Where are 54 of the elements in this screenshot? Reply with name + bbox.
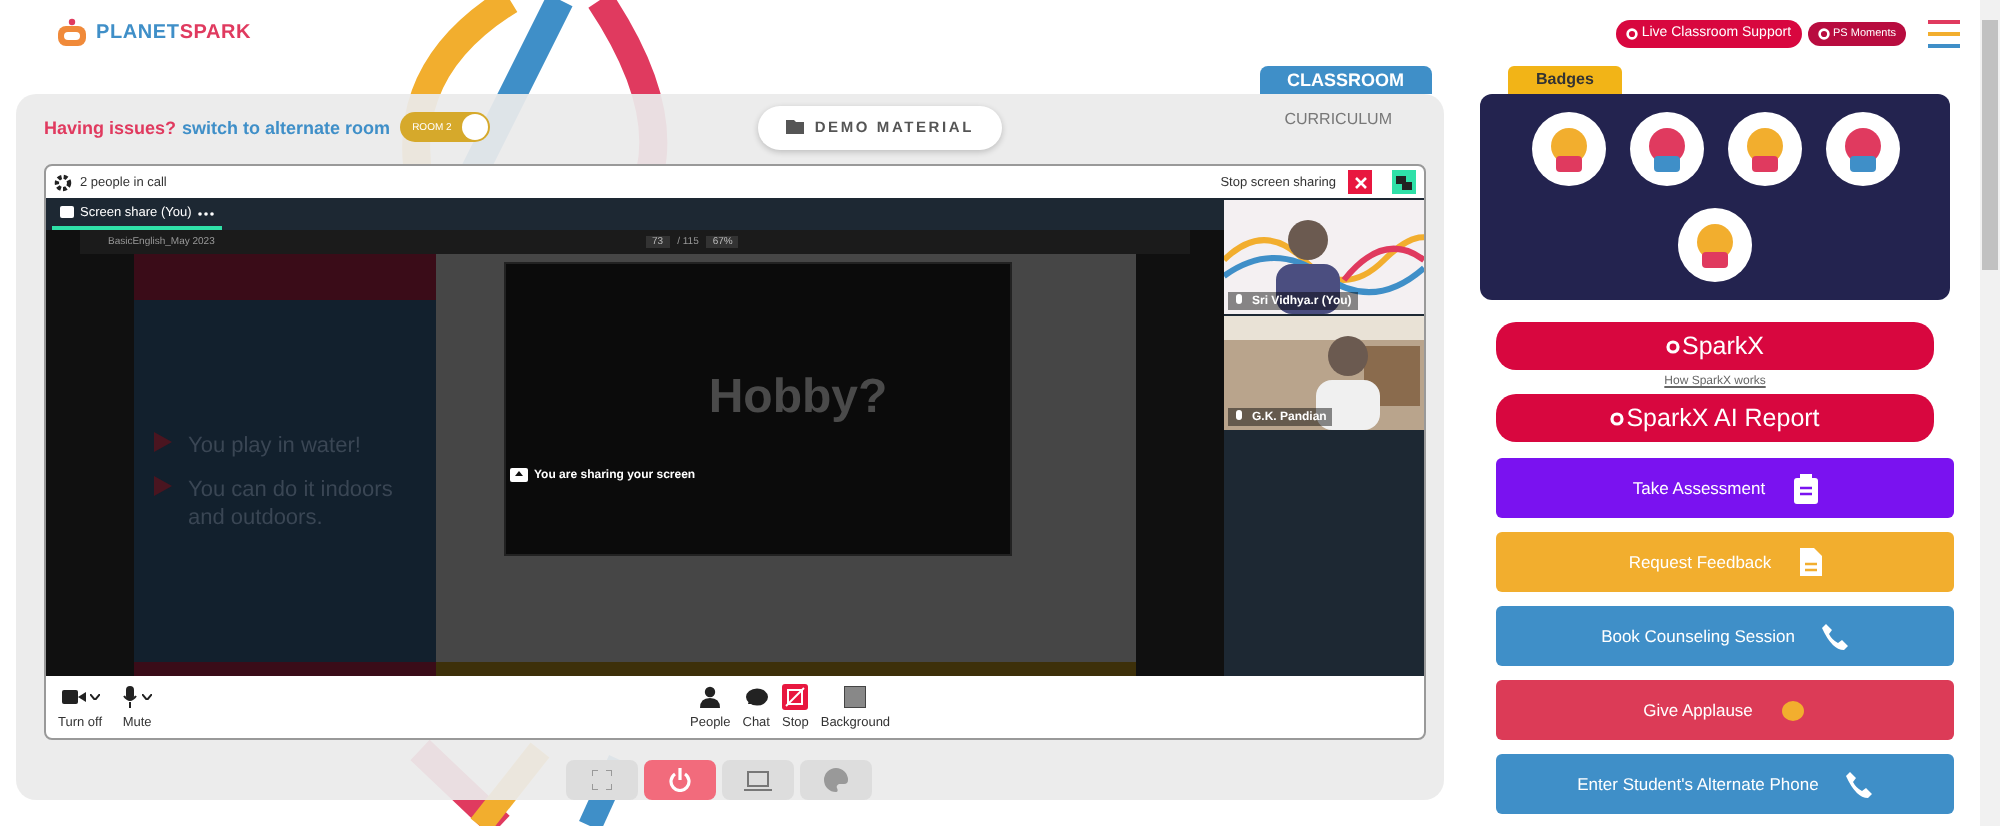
screen-share-icon — [60, 206, 74, 220]
screen-button[interactable] — [722, 760, 794, 800]
folder-icon — [786, 120, 805, 134]
support-icon — [1625, 27, 1638, 39]
microphone-icon — [1234, 410, 1244, 424]
chat-bubble-icon — [745, 687, 768, 707]
background-icon — [844, 686, 867, 708]
microphone-icon — [122, 686, 139, 708]
fullscreen-icon — [592, 770, 612, 790]
ring-icon — [1610, 411, 1625, 425]
ring-icon — [1666, 339, 1680, 353]
laptop-icon — [744, 769, 772, 791]
phone-icon — [1822, 623, 1849, 649]
clipboard-icon — [1793, 473, 1818, 503]
curriculum-tab[interactable]: CURRICULUM — [1284, 110, 1392, 128]
caret-icon[interactable] — [142, 694, 153, 700]
sparkx-report-button[interactable]: SparkX AI Report — [1496, 394, 1934, 442]
layout-button[interactable] — [1392, 170, 1416, 194]
close-button[interactable] — [1348, 170, 1372, 194]
support-icon — [1817, 27, 1830, 39]
menu-icon[interactable] — [1928, 19, 1960, 47]
camera-icon — [61, 688, 86, 706]
badges-tab[interactable]: Badges — [1508, 66, 1622, 94]
badge-icon[interactable] — [1825, 112, 1899, 186]
scrollbar[interactable] — [1980, 0, 2000, 826]
stop-share-icon — [782, 684, 809, 710]
slide-title: Hobby? — [708, 369, 888, 425]
logo-wordmark: PLANETSPARK — [96, 22, 252, 44]
power-icon — [668, 768, 692, 792]
document-icon — [1799, 548, 1822, 576]
share-screen-icon — [510, 468, 528, 484]
action-button[interactable]: Enter Student's Alternate Phone — [1496, 754, 1954, 814]
microphone-icon — [1234, 294, 1244, 308]
palette-icon — [824, 768, 848, 792]
action-button[interactable]: Book Counseling Session — [1496, 606, 1954, 666]
action-button[interactable]: Take Assessment — [1496, 458, 1954, 518]
badge-icon[interactable] — [1727, 112, 1801, 186]
person-icon — [700, 686, 721, 708]
action-button[interactable]: Give Applause — [1496, 680, 1954, 740]
caret-icon[interactable] — [89, 694, 100, 700]
issue-question: Having issues? — [44, 117, 177, 137]
power-button[interactable] — [644, 760, 716, 800]
close-icon — [1353, 175, 1367, 189]
classroom-tab[interactable]: CLASSROOM — [1259, 66, 1432, 94]
badge-icon[interactable] — [1531, 112, 1605, 186]
robot-logo-icon — [54, 17, 90, 49]
settings-icon[interactable] — [54, 173, 72, 191]
bullet-arrow-icon — [154, 476, 172, 496]
badge-icon[interactable] — [1678, 208, 1752, 282]
sparkx-button[interactable]: SparkX — [1496, 322, 1934, 370]
layout-icon — [1396, 175, 1412, 189]
bullet-arrow-icon — [154, 432, 172, 452]
badge-icon[interactable] — [1629, 112, 1703, 186]
phone-icon — [1846, 771, 1873, 797]
